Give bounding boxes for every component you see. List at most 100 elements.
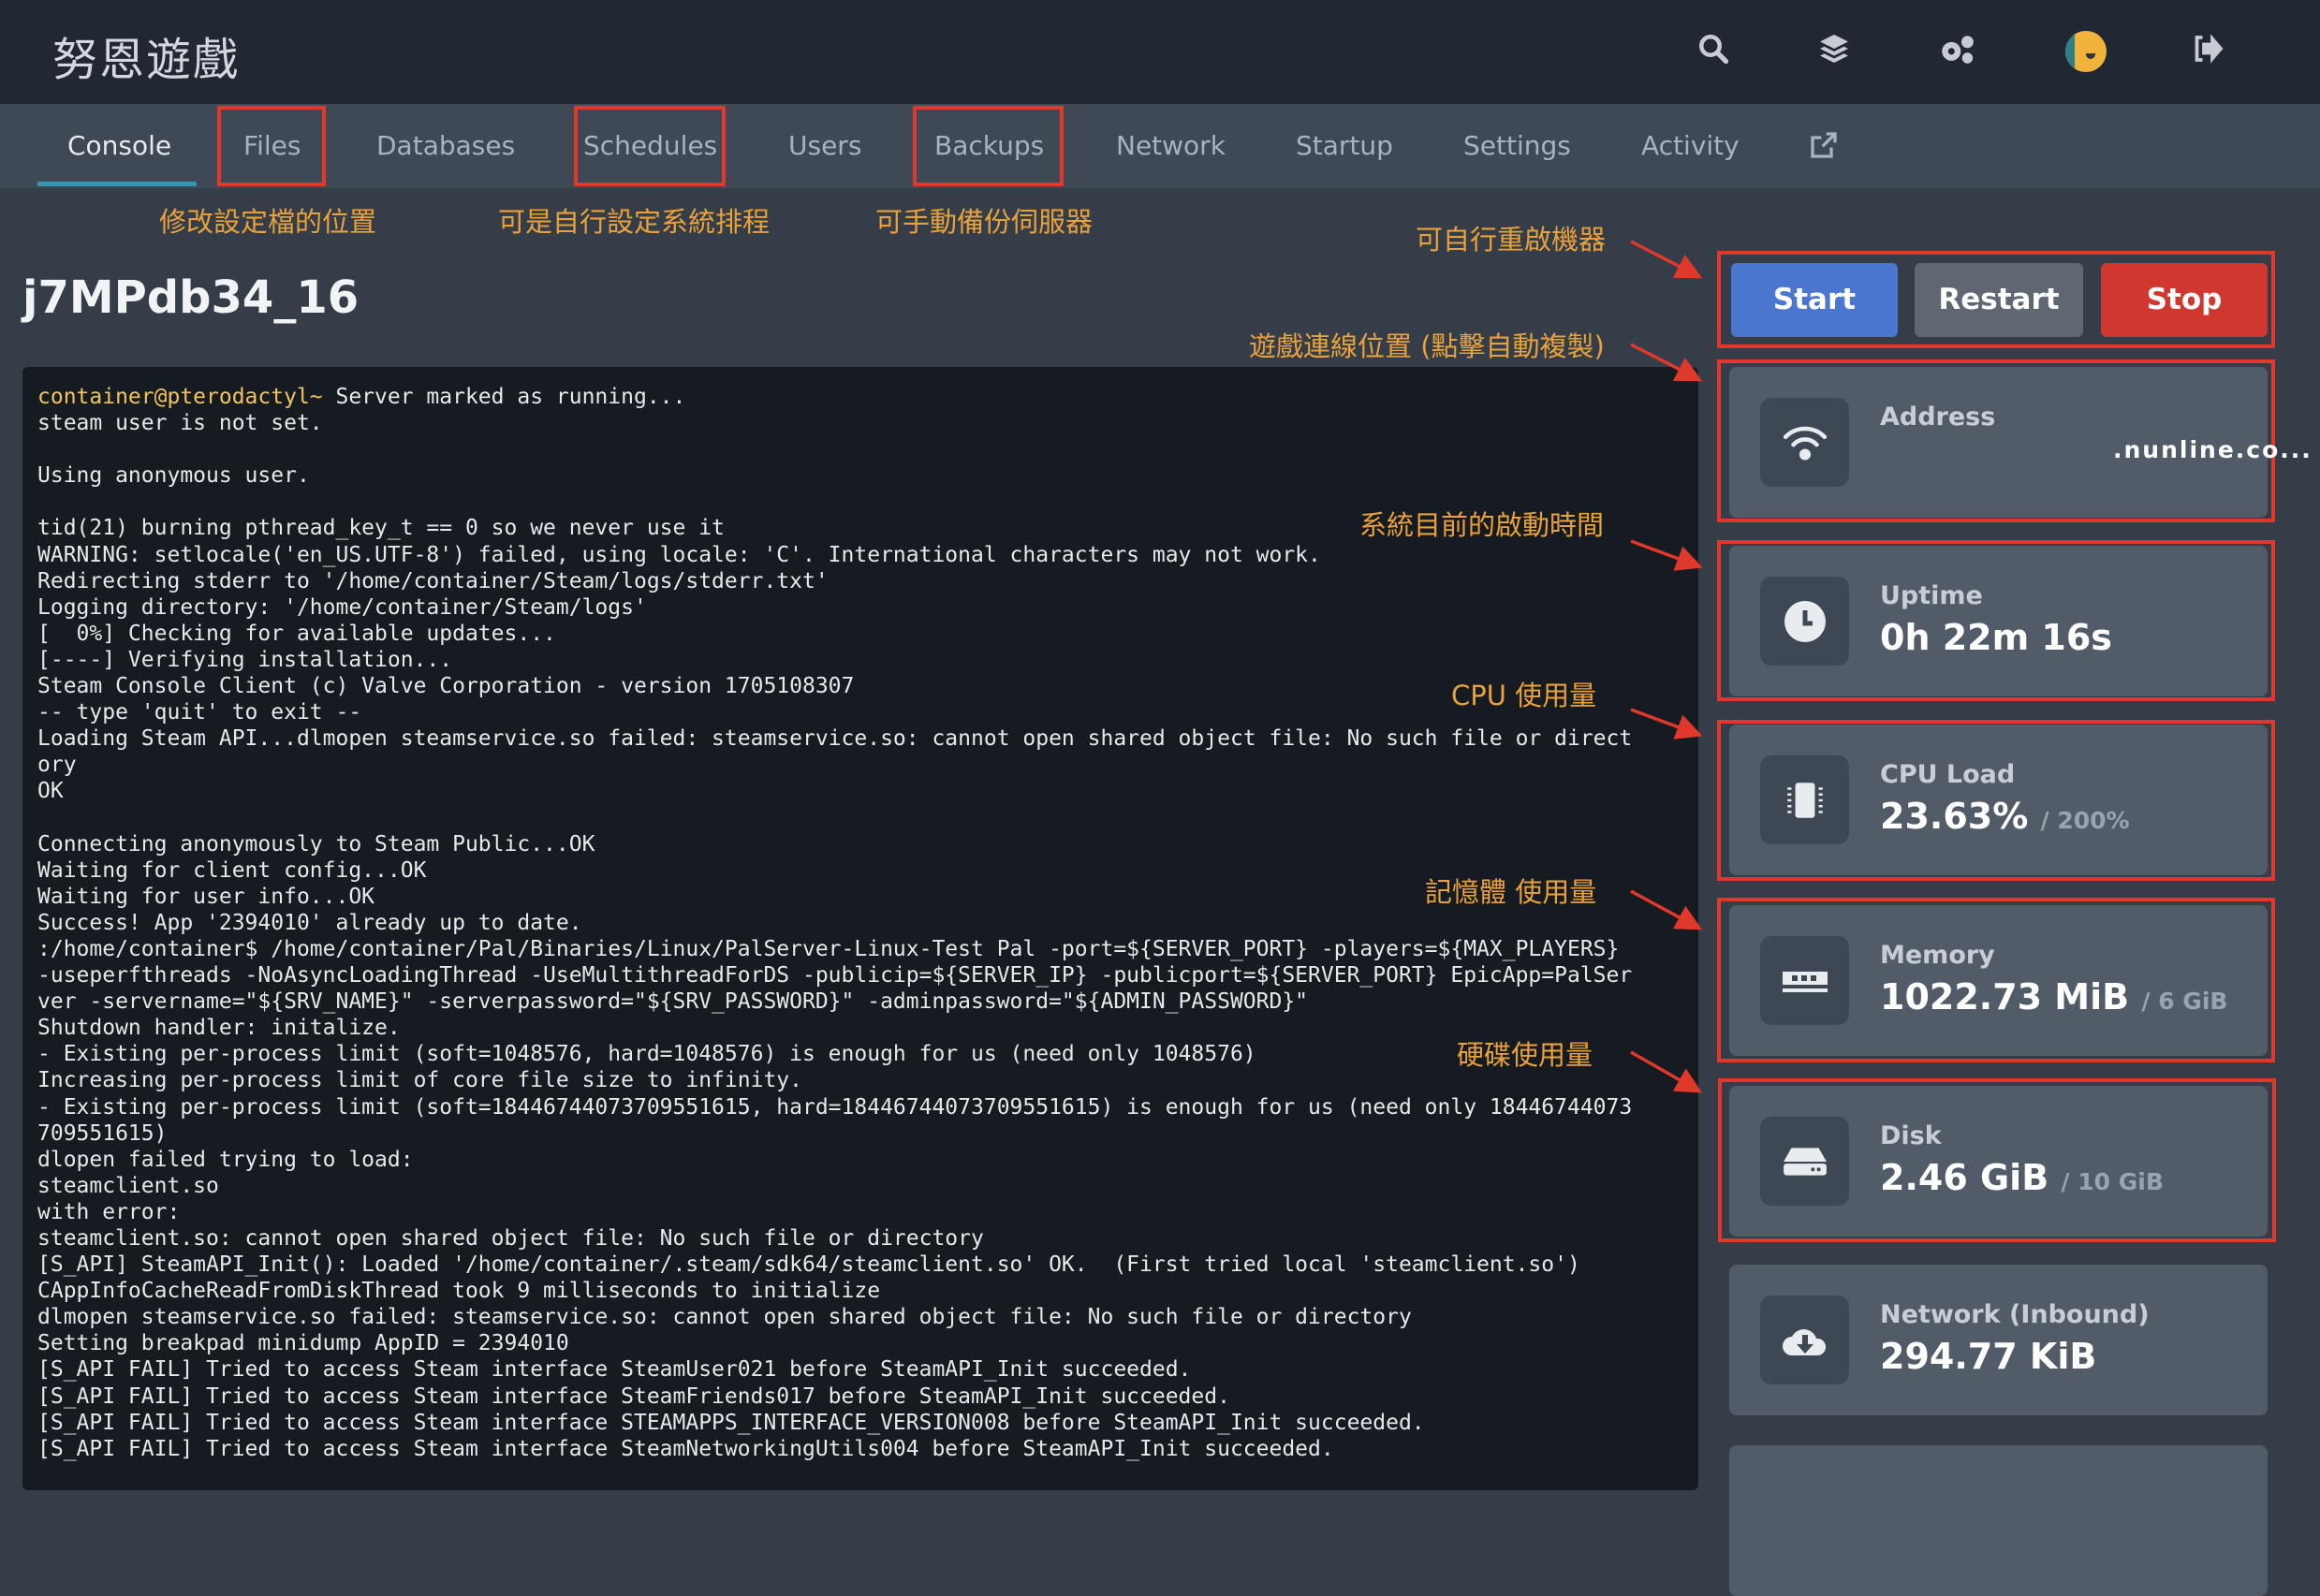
console-line: ory [37,753,77,778]
wifi-icon [1760,398,1849,487]
tab-console[interactable]: Console [67,130,171,161]
cpu-usage: 23.63% [1880,796,2029,837]
stop-button[interactable]: Stop [2101,263,2268,337]
annotation-memory: 記憶體 使用量 [1425,876,1597,908]
network-card: Network (Inbound) 294.77 KiB [1729,1265,2268,1415]
active-tab-indicator [37,182,197,186]
annotation-schedules: 可是自行設定系統排程 [498,206,771,238]
server-name: j7MPdb34_16 [22,271,360,324]
console-line: -useperfthreads -NoAsyncLoadingThread -U… [37,963,1633,988]
highlight-files [217,106,326,186]
search-icon[interactable] [1693,32,1734,73]
tab-databases[interactable]: Databases [376,130,515,161]
clock-icon [1760,577,1849,666]
console-line: Setting breakpad minidump AppID = 239401… [37,1331,569,1356]
server-nav-tabs: Console Files Databases Schedules Users … [0,104,2320,188]
console-line: with error: [37,1199,181,1224]
tab-network[interactable]: Network [1116,130,1226,161]
uptime-value: 0h 22m 16s [1880,617,2112,658]
tab-settings[interactable]: Settings [1463,130,1571,161]
console-line: Using anonymous user. [37,463,310,489]
cpu-card: CPU Load 23.63% / 200% [1729,725,2268,875]
memory-limit: / 6 GiB [2141,988,2228,1015]
console-line: - Existing per-process limit (soft=18446… [37,1094,1633,1120]
console-line: WARNING: setlocale('en_US.UTF-8') failed… [37,542,1321,567]
memory-usage: 1022.73 MiB [1880,976,2130,1018]
address-value[interactable]: .nunline.co... [2113,436,2313,463]
console-line: Steam Console Client (c) Valve Corporati… [37,674,855,699]
console-line: [S_API] SteamAPI_Init(): Loaded '/home/c… [37,1252,1580,1278]
highlight-schedules [574,106,726,186]
disk-usage: 2.46 GiB [1880,1157,2049,1198]
console-line: Success! App '2394010' already up to dat… [37,910,582,935]
console-line: [ 0%] Checking for available updates... [37,621,556,646]
annotation-backups: 可手動備份伺服器 [875,206,1094,238]
next-card [1729,1445,2268,1596]
tab-startup[interactable]: Startup [1296,130,1393,161]
annotation-address: 遊戲連線位置 (點擊自動複製) [1249,330,1605,362]
cpu-value: 23.63% / 200% [1880,796,2130,837]
cpu-label: CPU Load [1880,760,2016,789]
console-line: Shutdown handler: initalize. [37,1016,401,1041]
memory-label: Memory [1880,941,1995,970]
address-label: Address [1880,403,1996,432]
layers-icon[interactable] [1813,32,1855,73]
console-line: Connecting anonymously to Steam Public..… [37,831,595,857]
console-line: :/home/container$ /home/container/Pal/Bi… [37,936,1620,961]
annotation-files: 修改設定檔的位置 [159,206,377,238]
network-value: 294.77 KiB [1880,1336,2097,1377]
cpu-limit: / 200% [2040,807,2130,834]
console-line: 709551615) [37,1120,168,1146]
annotation-uptime: 系統目前的啟動時間 [1359,509,1605,541]
uptime-card: Uptime 0h 22m 16s [1729,546,2268,696]
memory-value: 1022.73 MiB / 6 GiB [1880,976,2227,1018]
console-line: Logging directory: '/home/container/Stea… [37,594,647,620]
console-line: [S_API FAIL] Tried to access Steam inter… [37,1384,1230,1409]
arrow-power [1630,240,1703,279]
address-card[interactable]: Address .nunline.co... [1729,367,2311,518]
brand-logo-text[interactable]: 努恩遊戲 [52,22,240,88]
console-line: CAppInfoCacheReadFromDiskThread took 9 m… [37,1279,881,1304]
console-line: [S_API FAIL] Tried to access Steam inter… [37,1410,1425,1435]
cloud-download-icon [1760,1296,1849,1384]
start-button[interactable]: Start [1731,263,1898,337]
restart-button[interactable]: Restart [1915,263,2083,337]
console-line: [----] Verifying installation... [37,647,453,672]
console-line: Loading Steam API...dlmopen steamservice… [37,726,1633,752]
tab-users[interactable]: Users [788,130,861,161]
console-prompt: container@pterodactyl~ [37,385,323,409]
network-label: Network (Inbound) [1880,1300,2150,1329]
console-line: Increasing per-process limit of core fil… [37,1068,802,1093]
disk-limit: / 10 GiB [2061,1168,2164,1195]
console-line-text: Server marked as running... [322,385,686,409]
console-line: steamclient.so: cannot open shared objec… [37,1226,984,1251]
console-line: Redirecting stderr to '/home/container/S… [37,568,829,593]
console-line: [S_API FAIL] Tried to access Steam inter… [37,1436,1334,1461]
sign-out-icon[interactable] [2186,32,2227,73]
top-header: 努恩遊戲 [0,0,2320,104]
disk-value: 2.46 GiB / 10 GiB [1880,1157,2164,1198]
console-line: dlmopen steamservice.so failed: steamser… [37,1305,1412,1330]
uptime-label: Uptime [1880,581,1983,610]
annotation-cpu: CPU 使用量 [1451,680,1597,711]
tab-activity[interactable]: Activity [1641,130,1740,161]
highlight-backups [913,106,1064,186]
hard-drive-icon [1760,1117,1849,1206]
memory-icon [1760,936,1849,1025]
cpu-chip-icon [1760,755,1849,844]
console-line: dlopen failed trying to load: [37,1147,414,1172]
gears-icon[interactable] [1936,32,1977,73]
avatar[interactable] [2065,31,2107,72]
console-line: steam user is not set. [37,411,323,436]
console-line: OK [37,779,64,804]
console-line: steamclient.so [37,1173,219,1198]
console-line: -- type 'quit' to exit -- [37,700,362,725]
annotation-disk: 硬碟使用量 [1457,1039,1593,1071]
console-line: container@pterodactyl~ Server marked as … [37,384,1683,410]
console-line: ver -servername="${SRV_NAME}" -serverpas… [37,989,1309,1015]
disk-label: Disk [1880,1121,1942,1150]
external-link-icon[interactable] [1809,130,1839,164]
console-line: [S_API FAIL] Tried to access Steam inter… [37,1357,1192,1383]
